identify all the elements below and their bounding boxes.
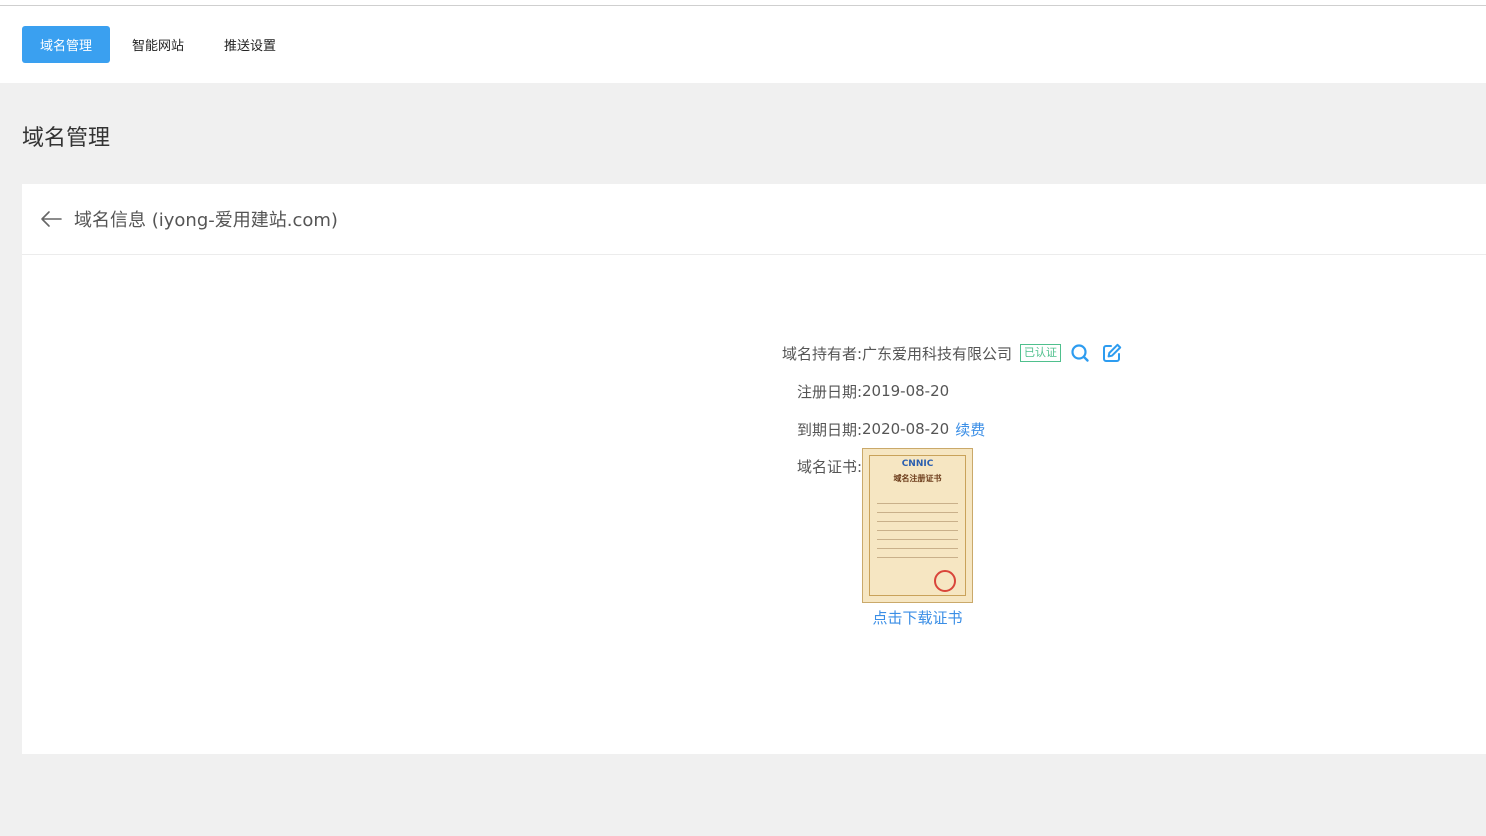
- edit-icon[interactable]: [1099, 340, 1125, 366]
- reg-date-label: 注册日期:: [796, 382, 862, 401]
- tab-smart-website[interactable]: 智能网站: [114, 26, 202, 63]
- tab-push-settings[interactable]: 推送设置: [206, 26, 294, 63]
- certificate-image[interactable]: CNNIC 域名注册证书: [862, 448, 973, 603]
- search-icon[interactable]: [1067, 340, 1093, 366]
- back-arrow-icon[interactable]: [38, 206, 64, 232]
- exp-date-label: 到期日期:: [796, 420, 862, 439]
- verified-badge: 已认证: [1020, 344, 1062, 362]
- holder-value: 广东爱用科技有限公司: [862, 344, 1013, 363]
- holder-label: 域名持有者:: [781, 344, 862, 363]
- reg-date-row: 注册日期: 2019-08-20: [722, 372, 1125, 410]
- cert-logo: CNNIC: [901, 459, 934, 469]
- exp-date-value: 2020-08-20: [862, 420, 950, 438]
- cert-row: 域名证书: CNNIC 域名注册证书 点击下载证书: [722, 448, 1125, 628]
- cert-seal: [934, 570, 956, 592]
- holder-row: 域名持有者: 广东爱用科技有限公司 已认证: [722, 334, 1125, 372]
- cert-text-lines: [877, 495, 958, 566]
- page-title: 域名管理: [22, 126, 111, 151]
- cert-label: 域名证书:: [796, 458, 862, 476]
- domain-info-list: 域名持有者: 广东爱用科技有限公司 已认证 注册日期: 2019-08-20 到…: [722, 334, 1125, 628]
- tab-domain-management[interactable]: 域名管理: [22, 26, 111, 63]
- reg-date-value: 2019-08-20: [862, 382, 950, 400]
- domain-info-card: 域名信息 (iyong-爱用建站.com) 域名持有者: 广东爱用科技有限公司 …: [22, 184, 1486, 754]
- renew-link[interactable]: 续费: [955, 419, 985, 440]
- cert-block: CNNIC 域名注册证书 点击下载证书: [862, 448, 973, 628]
- card-header: 域名信息 (iyong-爱用建站.com): [22, 184, 1486, 255]
- cert-title: 域名注册证书: [893, 474, 942, 483]
- exp-date-row: 到期日期: 2020-08-20 续费: [722, 410, 1125, 448]
- download-cert-link[interactable]: 点击下载证书: [872, 607, 962, 628]
- top-nav: 域名管理 智能网站 推送设置: [0, 6, 1486, 83]
- card-title: 域名信息 (iyong-爱用建站.com): [74, 210, 338, 231]
